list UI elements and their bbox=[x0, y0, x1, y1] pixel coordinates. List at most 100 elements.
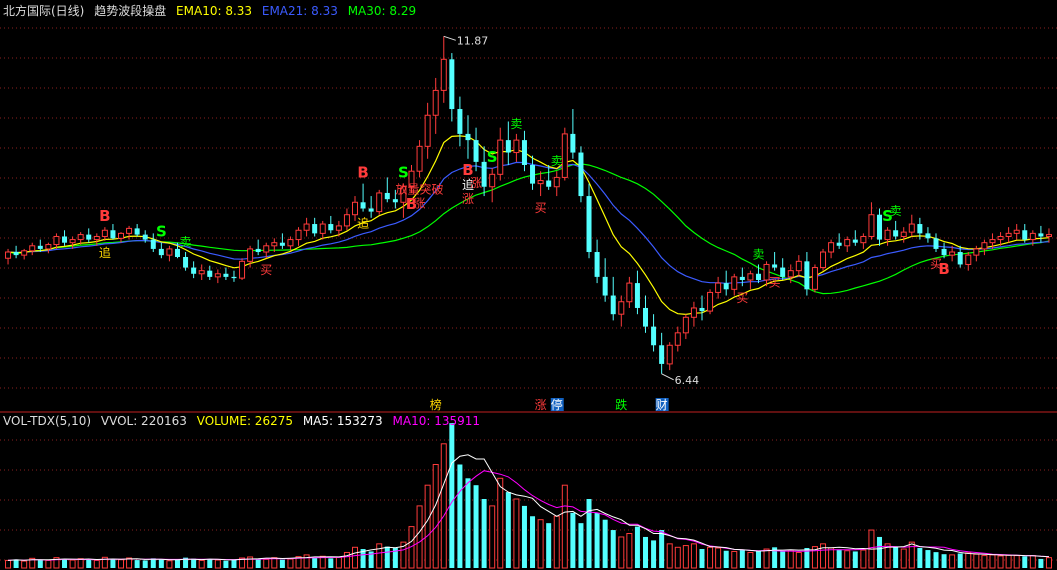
event-marker[interactable]: 跌 bbox=[615, 397, 627, 412]
candle[interactable] bbox=[424, 102, 431, 159]
candle[interactable] bbox=[682, 314, 689, 340]
candle[interactable] bbox=[860, 233, 867, 249]
candle[interactable] bbox=[368, 196, 374, 218]
candle[interactable] bbox=[933, 233, 939, 253]
candle[interactable] bbox=[360, 183, 366, 212]
candle[interactable] bbox=[618, 295, 625, 327]
candle[interactable] bbox=[965, 252, 972, 271]
candle[interactable] bbox=[674, 326, 681, 352]
candle[interactable] bbox=[747, 270, 754, 290]
candle[interactable] bbox=[432, 77, 439, 134]
candle[interactable] bbox=[521, 130, 527, 172]
candle[interactable] bbox=[295, 227, 302, 246]
candle[interactable] bbox=[1038, 225, 1044, 243]
stock-chart-canvas[interactable]: B追S卖买B追SB放量突破涨B追涨涨S卖买卖买卖买S卖买B 榜涨停跌财 11.8… bbox=[0, 0, 1057, 570]
candle[interactable] bbox=[836, 233, 842, 249]
candle[interactable] bbox=[214, 269, 221, 284]
candle[interactable] bbox=[489, 168, 496, 203]
candle[interactable] bbox=[900, 227, 907, 243]
candle[interactable] bbox=[513, 133, 520, 162]
candle[interactable] bbox=[707, 289, 714, 315]
candle[interactable] bbox=[86, 228, 92, 243]
event-marker[interactable]: 财 bbox=[656, 398, 669, 412]
candle[interactable] bbox=[820, 248, 827, 271]
candle[interactable] bbox=[110, 224, 116, 240]
candle[interactable] bbox=[255, 239, 261, 256]
candle[interactable] bbox=[416, 140, 423, 178]
candle[interactable] bbox=[198, 264, 205, 280]
candle[interactable] bbox=[457, 96, 463, 147]
candle[interactable] bbox=[183, 252, 189, 271]
event-marker[interactable]: 榜 bbox=[430, 397, 442, 412]
volume-indicator-name[interactable]: VOL-TDX(5,10) bbox=[3, 414, 91, 428]
candle[interactable] bbox=[626, 276, 633, 308]
candle[interactable] bbox=[699, 295, 705, 321]
candle[interactable] bbox=[13, 245, 19, 259]
candle[interactable] bbox=[804, 252, 810, 296]
event-marker[interactable]: 停 bbox=[551, 397, 564, 412]
candle[interactable] bbox=[45, 242, 52, 254]
candle[interactable] bbox=[328, 215, 334, 234]
candle[interactable] bbox=[465, 115, 471, 159]
event-marker[interactable]: 涨 bbox=[535, 397, 547, 412]
candle[interactable] bbox=[21, 248, 28, 260]
candle[interactable] bbox=[666, 342, 673, 371]
candle[interactable] bbox=[279, 233, 285, 249]
candle[interactable] bbox=[586, 183, 592, 259]
candle[interactable] bbox=[594, 239, 600, 284]
candle[interactable] bbox=[29, 242, 36, 256]
candle[interactable] bbox=[118, 232, 125, 243]
candle[interactable] bbox=[223, 267, 229, 280]
candle[interactable] bbox=[610, 276, 616, 321]
candle[interactable] bbox=[553, 171, 560, 197]
candle[interactable] bbox=[643, 295, 649, 333]
candle[interactable] bbox=[343, 208, 350, 231]
candle[interactable] bbox=[578, 146, 584, 203]
candle[interactable] bbox=[908, 214, 915, 237]
candle[interactable] bbox=[449, 53, 455, 122]
candle[interactable] bbox=[651, 314, 657, 352]
candle[interactable] bbox=[287, 236, 294, 251]
candle[interactable] bbox=[62, 230, 68, 246]
candle[interactable] bbox=[166, 245, 173, 262]
candle[interactable] bbox=[546, 164, 552, 190]
candle[interactable] bbox=[319, 220, 326, 240]
indicator-name[interactable]: 趋势波段操盘 bbox=[94, 4, 166, 18]
candle[interactable] bbox=[739, 267, 745, 287]
candle[interactable] bbox=[811, 264, 818, 293]
candle[interactable] bbox=[231, 270, 237, 282]
candle[interactable] bbox=[844, 236, 851, 253]
candle[interactable] bbox=[191, 261, 197, 279]
candle[interactable] bbox=[828, 239, 835, 259]
candle[interactable] bbox=[134, 224, 140, 237]
candle[interactable] bbox=[602, 258, 608, 302]
candle[interactable] bbox=[780, 258, 786, 280]
candle[interactable] bbox=[312, 217, 318, 237]
candle[interactable] bbox=[384, 177, 390, 203]
candle[interactable] bbox=[1013, 224, 1020, 240]
candle[interactable] bbox=[659, 332, 665, 374]
candle[interactable] bbox=[561, 127, 568, 181]
candle[interactable] bbox=[795, 255, 802, 277]
candle[interactable] bbox=[473, 127, 479, 172]
candle[interactable] bbox=[239, 258, 246, 280]
candle[interactable] bbox=[158, 242, 164, 259]
candle[interactable] bbox=[440, 36, 447, 103]
security-title[interactable]: 北方国际(日线) bbox=[3, 4, 84, 18]
candle[interactable] bbox=[690, 301, 697, 327]
candle[interactable] bbox=[126, 225, 133, 240]
candle[interactable] bbox=[981, 239, 988, 256]
candle[interactable] bbox=[497, 127, 504, 181]
candle[interactable] bbox=[893, 220, 899, 240]
candle[interactable] bbox=[852, 230, 858, 246]
candle[interactable] bbox=[5, 248, 12, 265]
candle[interactable] bbox=[868, 202, 875, 240]
candle[interactable] bbox=[884, 227, 891, 246]
candle[interactable] bbox=[1045, 228, 1052, 243]
event-markers[interactable]: 榜 涨停 跌 财 bbox=[430, 397, 669, 412]
candle[interactable] bbox=[1005, 227, 1012, 243]
candle[interactable] bbox=[530, 155, 536, 190]
candle[interactable] bbox=[634, 270, 640, 315]
candle[interactable] bbox=[715, 276, 722, 299]
candle[interactable] bbox=[537, 171, 544, 197]
